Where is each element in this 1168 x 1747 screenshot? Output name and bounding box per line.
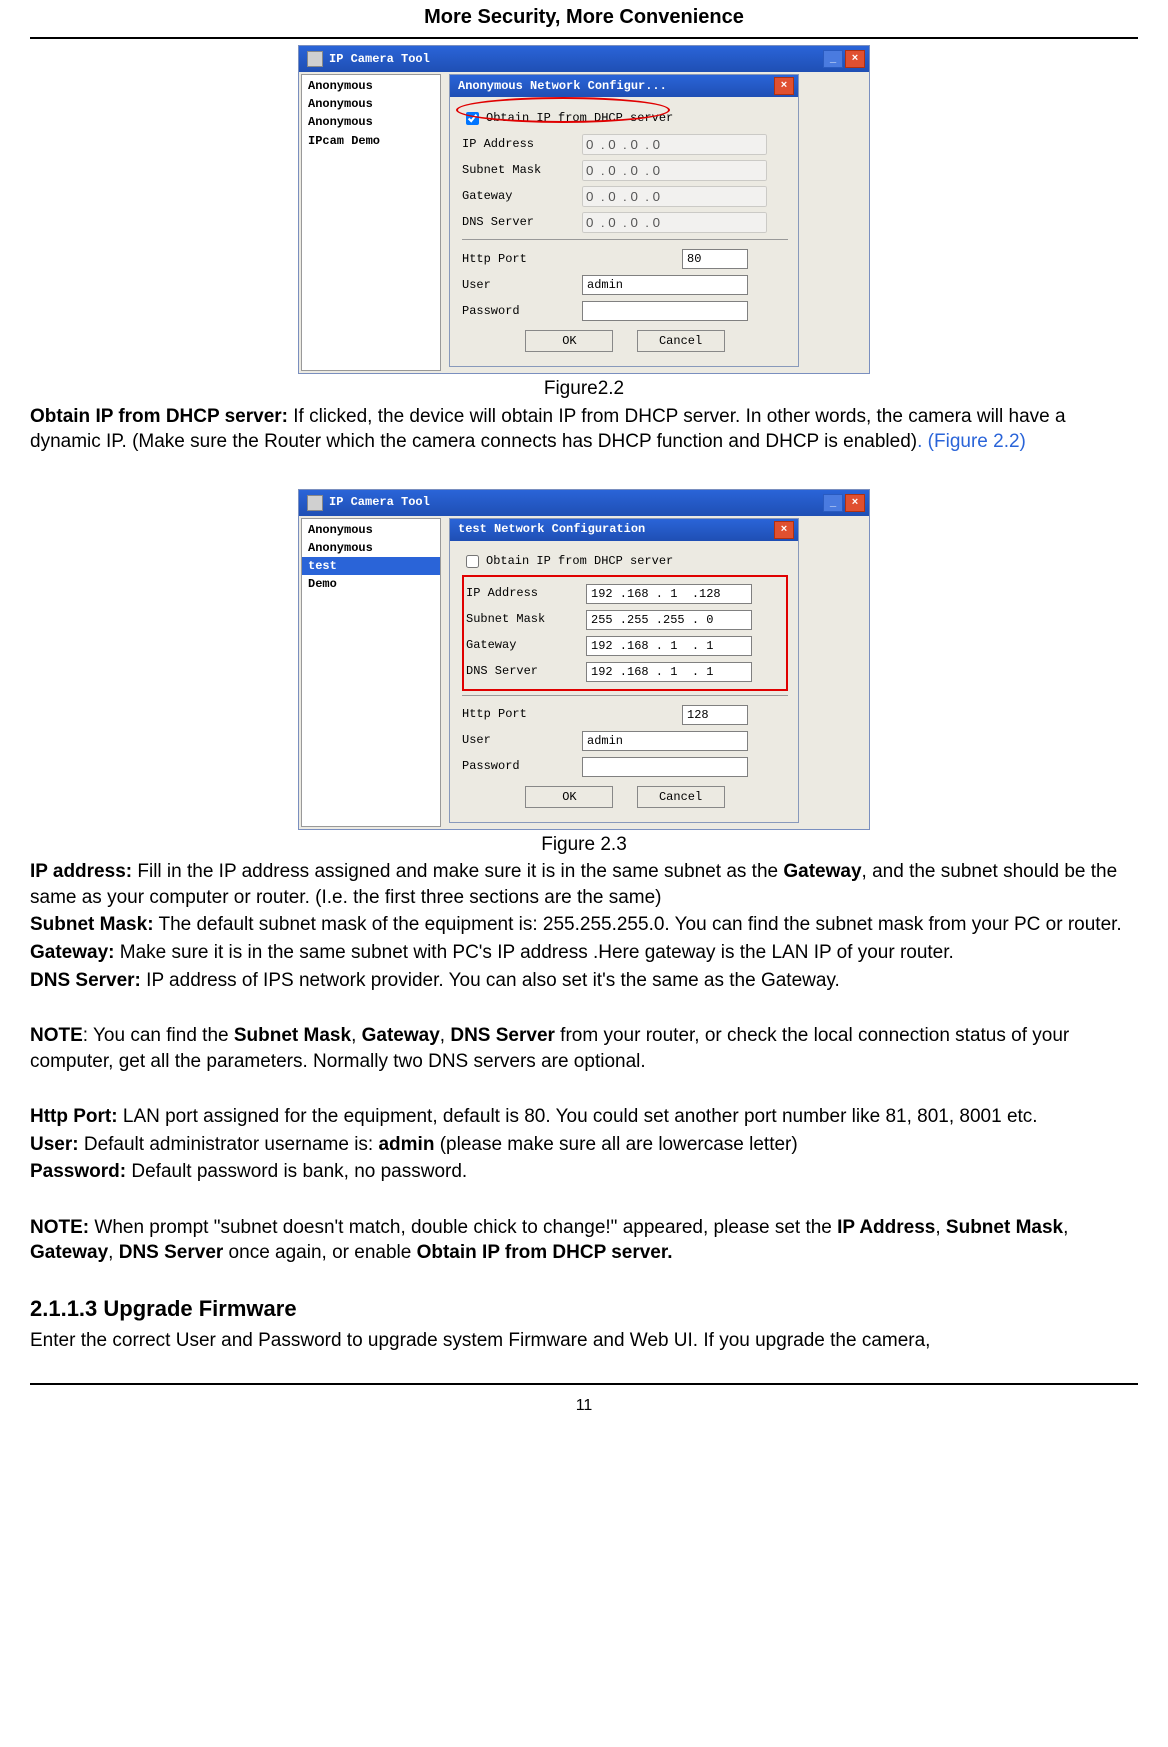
- outer-titlebar: IP Camera Tool _ ×: [299, 490, 869, 516]
- ok-button[interactable]: OK: [525, 786, 613, 808]
- paragraph: IP address: Fill in the IP address assig…: [30, 859, 1138, 910]
- ip-field[interactable]: [586, 584, 752, 604]
- mask-label: Subnet Mask: [462, 162, 582, 178]
- figure-2-2: IP Camera Tool _ × Anonymous Anonymous A…: [298, 45, 870, 374]
- dialog-title: Anonymous Network Configur...: [458, 78, 667, 94]
- figure-caption: Figure 2.3: [30, 832, 1138, 858]
- list-item[interactable]: Demo: [302, 575, 440, 593]
- camera-list[interactable]: Anonymous Anonymous test Demo: [301, 518, 441, 827]
- cancel-button[interactable]: Cancel: [637, 330, 725, 352]
- dns-label: DNS Server: [462, 214, 582, 230]
- paragraph: NOTE: When prompt "subnet doesn't match,…: [30, 1215, 1138, 1266]
- gateway-label: Gateway: [466, 637, 586, 653]
- ip-field: [582, 134, 767, 155]
- gateway-field: [582, 186, 767, 207]
- list-item[interactable]: Anonymous: [302, 95, 440, 113]
- outer-title: IP Camera Tool: [329, 51, 430, 67]
- dhcp-label: Obtain IP from DHCP server: [486, 553, 673, 569]
- dhcp-checkbox[interactable]: [466, 112, 479, 125]
- mask-field[interactable]: [586, 610, 752, 630]
- paragraph: Gateway: Make sure it is in the same sub…: [30, 940, 1138, 966]
- page-header: More Security, More Convenience: [30, 0, 1138, 39]
- port-field[interactable]: [682, 705, 748, 725]
- port-label: Http Port: [462, 251, 582, 267]
- paragraph: DNS Server: IP address of IPS network pr…: [30, 968, 1138, 994]
- paragraph: Enter the correct User and Password to u…: [30, 1328, 1138, 1354]
- ok-button[interactable]: OK: [525, 330, 613, 352]
- figure-caption: Figure2.2: [30, 376, 1138, 402]
- list-item[interactable]: Anonymous: [302, 521, 440, 539]
- list-item[interactable]: Anonymous: [302, 113, 440, 131]
- list-item[interactable]: Anonymous: [302, 539, 440, 557]
- user-label: User: [462, 732, 582, 748]
- outer-titlebar: IP Camera Tool _ ×: [299, 46, 869, 72]
- close-icon[interactable]: ×: [774, 77, 794, 95]
- ip-label: IP Address: [466, 585, 586, 601]
- dhcp-label: Obtain IP from DHCP server: [486, 110, 673, 126]
- port-field[interactable]: [682, 249, 748, 269]
- list-item[interactable]: Anonymous: [302, 77, 440, 95]
- app-icon: [307, 495, 323, 511]
- port-label: Http Port: [462, 706, 582, 722]
- gateway-field[interactable]: [586, 636, 752, 656]
- minimize-icon[interactable]: _: [823, 50, 843, 68]
- pwd-label: Password: [462, 303, 582, 319]
- dns-field[interactable]: [586, 662, 752, 682]
- user-field[interactable]: [582, 731, 748, 751]
- network-config-dialog: test Network Configuration × Obtain IP f…: [449, 518, 799, 823]
- pwd-field[interactable]: [582, 301, 748, 321]
- paragraph: Subnet Mask: The default subnet mask of …: [30, 912, 1138, 938]
- paragraph: NOTE: You can find the Subnet Mask, Gate…: [30, 1023, 1138, 1074]
- highlight-box: IP Address Subnet Mask Gateway DNS Serve…: [462, 575, 788, 691]
- mask-label: Subnet Mask: [466, 611, 586, 627]
- paragraph: Http Port: LAN port assigned for the equ…: [30, 1104, 1138, 1130]
- close-icon[interactable]: ×: [774, 521, 794, 539]
- paragraph: Password: Default password is bank, no p…: [30, 1159, 1138, 1185]
- cancel-button[interactable]: Cancel: [637, 786, 725, 808]
- camera-list[interactable]: Anonymous Anonymous Anonymous IPcam Demo: [301, 74, 441, 371]
- dns-field: [582, 212, 767, 233]
- list-item[interactable]: test: [302, 557, 440, 575]
- figure-2-3: IP Camera Tool _ × Anonymous Anonymous t…: [298, 489, 870, 830]
- pwd-field[interactable]: [582, 757, 748, 777]
- paragraph: User: Default administrator username is:…: [30, 1132, 1138, 1158]
- section-heading: 2.1.1.3 Upgrade Firmware: [30, 1294, 1138, 1324]
- page-number: 11: [30, 1383, 1138, 1417]
- pwd-label: Password: [462, 758, 582, 774]
- dhcp-checkbox[interactable]: [466, 555, 479, 568]
- minimize-icon[interactable]: _: [823, 494, 843, 512]
- close-icon[interactable]: ×: [845, 50, 865, 68]
- network-config-dialog: Anonymous Network Configur... × Obtain I…: [449, 74, 799, 367]
- close-icon[interactable]: ×: [845, 494, 865, 512]
- user-label: User: [462, 277, 582, 293]
- list-item[interactable]: IPcam Demo: [302, 132, 440, 150]
- app-icon: [307, 51, 323, 67]
- paragraph: Obtain IP from DHCP server: If clicked, …: [30, 404, 1138, 455]
- gateway-label: Gateway: [462, 188, 582, 204]
- user-field[interactable]: [582, 275, 748, 295]
- mask-field: [582, 160, 767, 181]
- outer-title: IP Camera Tool: [329, 494, 430, 510]
- dialog-title: test Network Configuration: [458, 521, 645, 537]
- dns-label: DNS Server: [466, 663, 586, 679]
- ip-label: IP Address: [462, 136, 582, 152]
